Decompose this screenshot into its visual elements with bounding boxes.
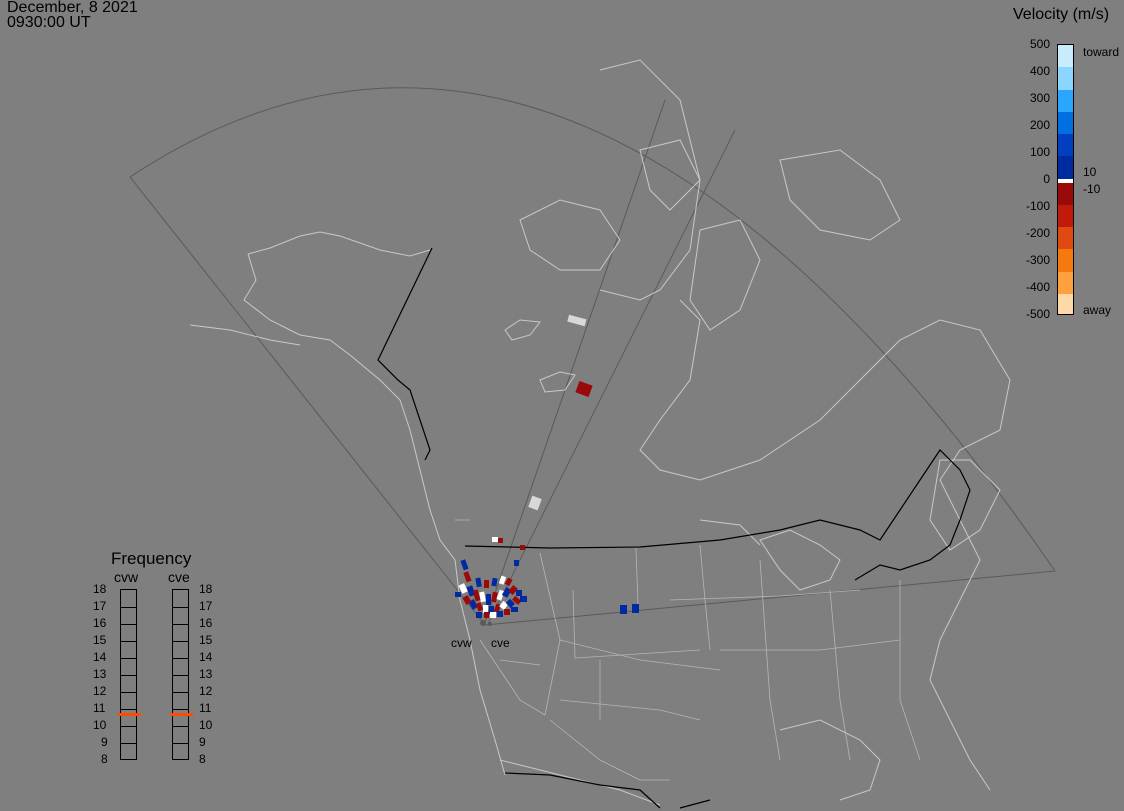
toward-label: toward	[1083, 45, 1120, 59]
frequency-radar-name-cvw: cvw	[114, 569, 139, 585]
frequency-level-label: 12	[93, 684, 107, 698]
frequency-cell-divider	[173, 658, 188, 659]
frequency-bar-cve	[170, 589, 193, 760]
frequency-level-label: 16	[199, 616, 213, 630]
colorbar-segment	[1058, 293, 1073, 314]
threshold-negative-label: -10	[1083, 182, 1101, 196]
velocity-tick: 300	[1029, 91, 1050, 105]
frequency-cell-divider	[173, 692, 188, 693]
frequency-level-label: 16	[93, 616, 107, 630]
velocity-tick: -100	[1025, 199, 1050, 213]
timestamp: December, 8 2021 0930:00 UT	[7, 0, 138, 31]
velocity-colorbar	[1057, 44, 1074, 315]
frequency-level-label: 11	[199, 701, 212, 715]
velocity-tick: -500	[1025, 307, 1050, 321]
frequency-cell-divider	[121, 743, 136, 744]
colorbar-segment	[1058, 89, 1073, 113]
frequency-cell-divider	[121, 675, 136, 676]
colorbar-segment	[1058, 271, 1073, 295]
colorbar-segment	[1058, 156, 1073, 179]
frequency-level-label: 18	[199, 582, 213, 596]
frequency-level-label: 15	[199, 633, 213, 647]
international-border	[377, 247, 971, 809]
frequency-level-label: 15	[93, 633, 107, 647]
frequency-level-label: 11	[93, 701, 106, 715]
frequency-cell-divider	[121, 658, 136, 659]
colorbar-segment	[1058, 111, 1073, 135]
frequency-level-label: 13	[199, 667, 213, 681]
site-label-cvw: cvw	[451, 636, 472, 650]
velocity-tick: 400	[1029, 64, 1050, 78]
velocity-tick: -300	[1025, 253, 1050, 267]
frequency-level-label: 8	[199, 752, 206, 766]
colorbar-segment	[1058, 67, 1073, 90]
velocity-tick: 0	[1043, 172, 1050, 186]
frequency-level-label: 17	[93, 599, 107, 613]
frequency-level-label: 9	[199, 735, 206, 749]
colorbar-segment	[1058, 45, 1073, 68]
frequency-cell-divider	[121, 641, 136, 642]
velocity-tick: -200	[1025, 226, 1050, 240]
beam-line	[487, 129, 736, 625]
frequency-cell-divider	[173, 607, 188, 608]
frequency-marker-cvw	[118, 712, 141, 716]
field-of-view-outline	[129, 87, 1056, 626]
frequency-cell-divider	[121, 692, 136, 693]
colorbar-segment	[1058, 134, 1073, 157]
date-label: December, 8 2021	[7, 0, 138, 16]
colorbar-segment	[1058, 182, 1073, 206]
radar-map	[129, 59, 1056, 809]
colorbar-segment	[1058, 227, 1073, 250]
frequency-level-label: 17	[199, 599, 213, 613]
frequency-level-label: 10	[199, 718, 213, 732]
frequency-cell-divider	[121, 624, 136, 625]
radar-site-cve	[488, 622, 492, 626]
state-province-borders	[455, 519, 921, 781]
frequency-marker-cve	[170, 712, 193, 716]
frequency-cell-divider	[173, 675, 188, 676]
away-label: away	[1083, 303, 1112, 317]
beam-line	[484, 99, 666, 623]
frequency-cell-divider	[121, 607, 136, 608]
frequency-cell-divider	[173, 709, 188, 710]
frequency-level-label: 18	[93, 582, 107, 596]
frequency-radar-name-cve: cve	[168, 569, 190, 585]
frequency-level-label: 13	[93, 667, 107, 681]
frequency-level-label: 12	[199, 684, 213, 698]
frequency-level-label: 10	[93, 718, 107, 732]
threshold-positive-label: 10	[1083, 165, 1097, 179]
frequency-cell-divider	[173, 726, 188, 727]
frequency-cell-divider	[121, 709, 136, 710]
colorbar-segment	[1058, 249, 1073, 272]
frequency-level-label: 9	[101, 735, 108, 749]
time-label: 0930:00 UT	[7, 14, 91, 31]
velocity-tick: 500	[1029, 37, 1050, 51]
frequency-level-label: 8	[101, 752, 108, 766]
frequency-cell-divider	[173, 624, 188, 625]
frequency-title: Frequency	[111, 549, 192, 568]
frequency-cell-divider	[173, 743, 188, 744]
site-label-cve: cve	[491, 636, 510, 650]
velocity-tick: 100	[1029, 145, 1050, 159]
frequency-level-label: 14	[93, 650, 107, 664]
velocity-tick: 200	[1029, 118, 1050, 132]
velocity-scale-title: Velocity (m/s)	[1013, 6, 1110, 23]
frequency-level-label: 14	[199, 650, 213, 664]
frequency-bar-cvw	[118, 589, 141, 760]
colorbar-segment	[1058, 204, 1073, 228]
radar-site-cvw	[480, 620, 486, 626]
frequency-cell-divider	[121, 726, 136, 727]
far-range-echoes	[492, 314, 639, 614]
frequency-cell-divider	[173, 641, 188, 642]
velocity-tick: -400	[1025, 280, 1050, 294]
